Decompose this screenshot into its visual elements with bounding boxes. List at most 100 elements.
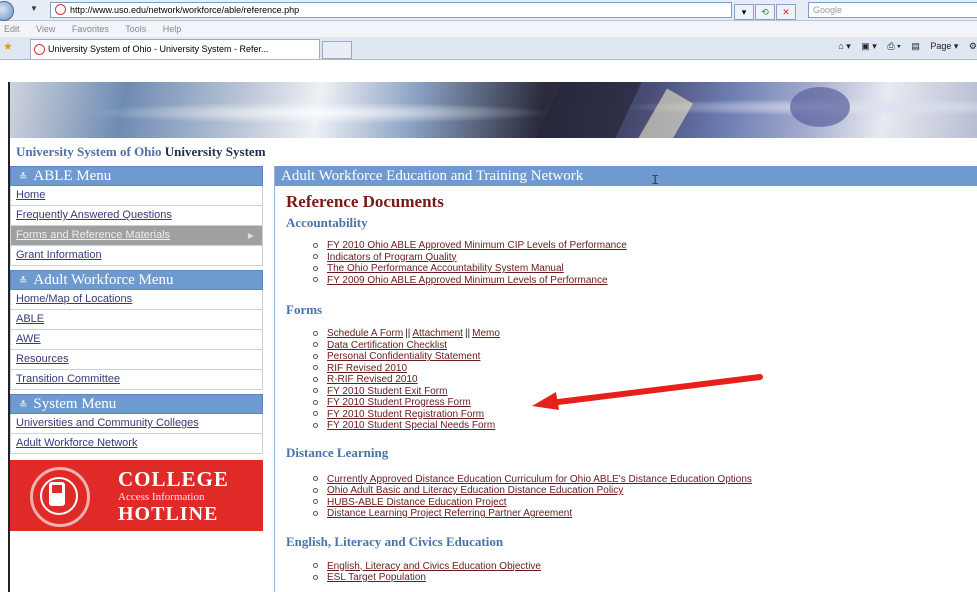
tab-bar: ★ University System of Ohio - University… xyxy=(0,37,977,60)
list-item: English, Literacy and Civics Education O… xyxy=(313,561,977,573)
menu-view[interactable]: View xyxy=(36,24,55,34)
hotline-line1: COLLEGE xyxy=(118,467,229,491)
able-menu-header[interactable]: ≛ ABLE Menu xyxy=(10,166,263,186)
site-title-part2: University System xyxy=(164,144,266,159)
system-menu-header[interactable]: ≛ System Menu xyxy=(10,394,263,414)
page-icon xyxy=(55,4,66,15)
sidebar-item-resources[interactable]: Resources xyxy=(10,350,263,370)
link-separator: || xyxy=(464,328,471,339)
bullet-icon xyxy=(313,265,318,271)
doc-link[interactable]: English, Literacy and Civics Education O… xyxy=(327,561,541,572)
doc-link[interactable]: Distance Learning Project Referring Part… xyxy=(327,508,572,519)
distance-list: Currently Approved Distance Education Cu… xyxy=(275,474,977,520)
section-distance-title: Distance Learning xyxy=(286,444,389,460)
doc-link[interactable]: The Ohio Performance Accountability Syst… xyxy=(327,263,564,274)
schedule-a-link[interactable]: Schedule A Form xyxy=(327,328,403,339)
doc-link[interactable]: Ohio Adult Basic and Literacy Education … xyxy=(327,485,623,496)
doc-link[interactable]: Currently Approved Distance Education Cu… xyxy=(327,474,752,485)
bullet-icon xyxy=(313,254,318,260)
page-menu[interactable]: ▤ Page ▾ xyxy=(911,41,958,51)
list-item: Schedule A Form || Attachment || Memo xyxy=(313,328,977,340)
list-item: FY 2010 Ohio ABLE Approved Minimum CIP L… xyxy=(313,240,977,252)
menu-edit[interactable]: Edit xyxy=(4,24,20,34)
student-progress-form-link[interactable]: FY 2010 Student Progress Form xyxy=(327,397,471,408)
menu-bar: Edit View Favorites Tools Help xyxy=(0,21,977,37)
new-tab-button[interactable] xyxy=(322,41,352,59)
menu-tools[interactable]: Tools xyxy=(125,24,146,34)
hotline-line3: HOTLINE xyxy=(118,503,219,525)
doc-link[interactable]: RIF Revised 2010 xyxy=(327,363,407,374)
doc-link[interactable]: Indicators of Program Quality xyxy=(327,252,457,263)
bullet-icon xyxy=(313,422,318,428)
bullet-icon xyxy=(313,277,318,283)
header-banner-image xyxy=(10,82,977,138)
doc-link[interactable]: ESL Target Population xyxy=(327,572,426,583)
tab-title: University System of Ohio - University S… xyxy=(48,44,269,54)
print-icon[interactable]: ⎙ ▾ xyxy=(887,41,900,51)
english-list: English, Literacy and Civics Education O… xyxy=(275,561,977,584)
url-field[interactable]: http://www.uso.edu/network/workforce/abl… xyxy=(50,2,732,18)
sidebar-item-faq[interactable]: Frequently Answered Questions xyxy=(10,206,263,226)
nav-dropdown-icon[interactable]: ▼ xyxy=(30,4,38,13)
address-bar-row: ▼ http://www.uso.edu/network/workforce/a… xyxy=(0,0,977,21)
doc-link[interactable]: FY 2009 Ohio ABLE Approved Minimum Level… xyxy=(327,275,608,286)
sidebar-item-awe[interactable]: AWE xyxy=(10,330,263,350)
sidebar-item-home-map[interactable]: Home/Map of Locations xyxy=(10,290,263,310)
section-forms-title: Forms xyxy=(286,302,323,317)
list-item: FY 2010 Student Special Needs Form xyxy=(313,420,977,432)
collapse-chevron-icon: ≛ xyxy=(19,172,28,183)
collapse-chevron-icon: ≛ xyxy=(19,400,28,411)
able-menu-title: ABLE Menu xyxy=(33,168,112,184)
banner-shape xyxy=(637,88,693,138)
tab-active[interactable]: University System of Ohio - University S… xyxy=(30,39,320,59)
submenu-arrow-icon: ▶ xyxy=(247,231,254,240)
adult-workforce-menu-header[interactable]: ≛ Adult Workforce Menu xyxy=(10,270,263,290)
site-title-part1: University System of Ohio xyxy=(16,144,162,159)
tools-gear-icon[interactable]: ⚙ xyxy=(969,41,977,51)
stop-icon[interactable]: ✕ xyxy=(776,4,796,20)
doc-link[interactable]: FY 2010 Ohio ABLE Approved Minimum CIP L… xyxy=(327,240,627,251)
doc-link[interactable]: Personal Confidentiality Statement xyxy=(327,351,480,362)
attachment-link[interactable]: Attachment xyxy=(412,328,463,339)
doc-link[interactable]: FY 2010 Student Exit Form xyxy=(327,386,447,397)
sidebar-item-universities[interactable]: Universities and Community Colleges xyxy=(10,414,263,434)
feeds-icon[interactable]: ▣ ▾ xyxy=(861,41,877,51)
sidebar-item-home[interactable]: Home xyxy=(10,186,263,206)
dropdown-icon[interactable]: ▾ xyxy=(734,4,754,20)
refresh-icon[interactable]: ⟲ xyxy=(755,4,775,20)
search-input[interactable]: Google xyxy=(808,2,977,18)
bullet-icon xyxy=(313,365,318,371)
doc-link[interactable]: HUBS-ABLE Distance Education Project xyxy=(327,497,507,508)
college-hotline-banner[interactable]: COLLEGE Access Information HOTLINE xyxy=(10,460,263,531)
red-arrow-annotation xyxy=(532,374,763,410)
memo-link[interactable]: Memo xyxy=(472,328,500,339)
menu-help[interactable]: Help xyxy=(163,24,182,34)
text-cursor-icon: I xyxy=(651,173,660,189)
menu-favorites[interactable]: Favorites xyxy=(72,24,109,34)
home-icon[interactable]: ⌂ ▾ xyxy=(838,41,850,51)
bullet-icon xyxy=(313,353,318,359)
site-title[interactable]: University System of Ohio University Sys… xyxy=(16,144,266,160)
sidebar-item-forms-reference[interactable]: Forms and Reference Materials ▶ xyxy=(10,226,263,246)
doc-link[interactable]: Data Certification Checklist xyxy=(327,340,447,351)
sidebar-item-grant-information[interactable]: Grant Information xyxy=(10,246,263,266)
bullet-icon xyxy=(313,487,318,493)
doc-link[interactable]: R-RIF Revised 2010 xyxy=(327,374,418,385)
sidebar-item-transition-committee[interactable]: Transition Committee xyxy=(10,370,263,390)
doc-link[interactable]: FY 2010 Student Special Needs Form xyxy=(327,420,495,431)
back-button-icon[interactable] xyxy=(0,1,14,21)
doc-link[interactable]: FY 2010 Student Registration Form xyxy=(327,409,484,420)
favorites-star-icon[interactable]: ★ xyxy=(3,40,13,53)
bullet-icon xyxy=(313,411,318,417)
bullet-icon xyxy=(313,342,318,348)
list-item: HUBS-ABLE Distance Education Project xyxy=(313,497,977,509)
section-accountability-title: Accountability xyxy=(286,215,368,230)
main-header: Adult Workforce Education and Training N… xyxy=(275,166,977,186)
bullet-icon xyxy=(313,574,318,580)
system-menu-title: System Menu xyxy=(33,396,117,412)
sidebar-item-able[interactable]: ABLE xyxy=(10,310,263,330)
sidebar-item-adult-workforce-network[interactable]: Adult Workforce Network xyxy=(10,434,263,454)
bullet-icon xyxy=(313,388,318,394)
bullet-icon xyxy=(313,499,318,505)
hotline-line2: Access Information xyxy=(118,491,205,503)
